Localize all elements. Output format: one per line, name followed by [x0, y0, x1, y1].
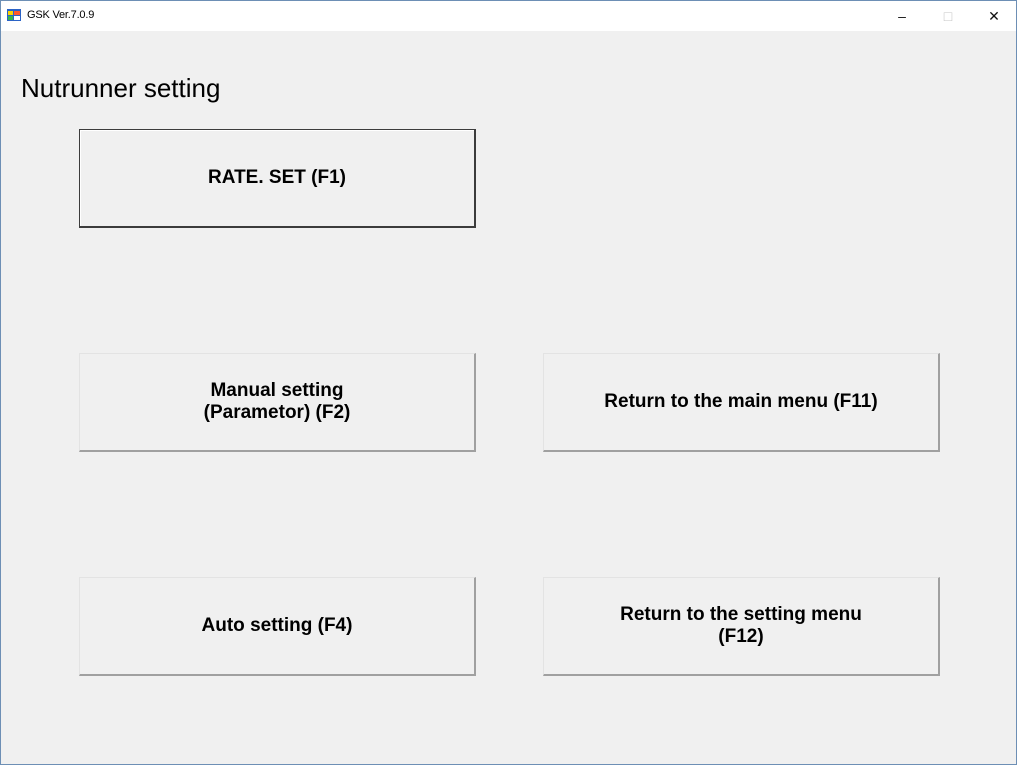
title-bar[interactable]: GSK Ver.7.0.9 – □ ✕: [1, 1, 1016, 31]
rate-set-label: RATE. SET (F1): [208, 167, 346, 188]
manual-setting-label-line1: Manual setting: [210, 380, 344, 401]
return-setting-menu-label-line1: Return to the setting menu: [620, 604, 862, 625]
minimize-button[interactable]: –: [879, 1, 925, 31]
app-window-icon: [7, 8, 21, 22]
return-main-menu-label: Return to the main menu (F11): [604, 391, 878, 412]
return-main-menu-button[interactable]: Return to the main menu (F11): [543, 353, 940, 452]
manual-setting-label-line2: (Parametor) (F2): [203, 402, 351, 423]
return-setting-menu-label-line2: (F12): [718, 626, 764, 647]
client-area: Nutrunner setting RATE. SET (F1) Manual …: [1, 31, 1016, 764]
rate-set-button[interactable]: RATE. SET (F1): [79, 129, 476, 228]
maximize-button[interactable]: □: [925, 1, 971, 31]
close-button[interactable]: ✕: [971, 1, 1017, 31]
app-window: GSK Ver.7.0.9 – □ ✕ Nutrunner setting RA…: [0, 0, 1017, 765]
auto-setting-button[interactable]: Auto setting (F4): [79, 577, 476, 676]
auto-setting-label: Auto setting (F4): [201, 615, 353, 636]
manual-setting-button[interactable]: Manual setting (Parametor) (F2): [79, 353, 476, 452]
return-setting-menu-button[interactable]: Return to the setting menu (F12): [543, 577, 940, 676]
page-title: Nutrunner setting: [21, 73, 221, 103]
window-title: GSK Ver.7.0.9: [27, 9, 95, 21]
